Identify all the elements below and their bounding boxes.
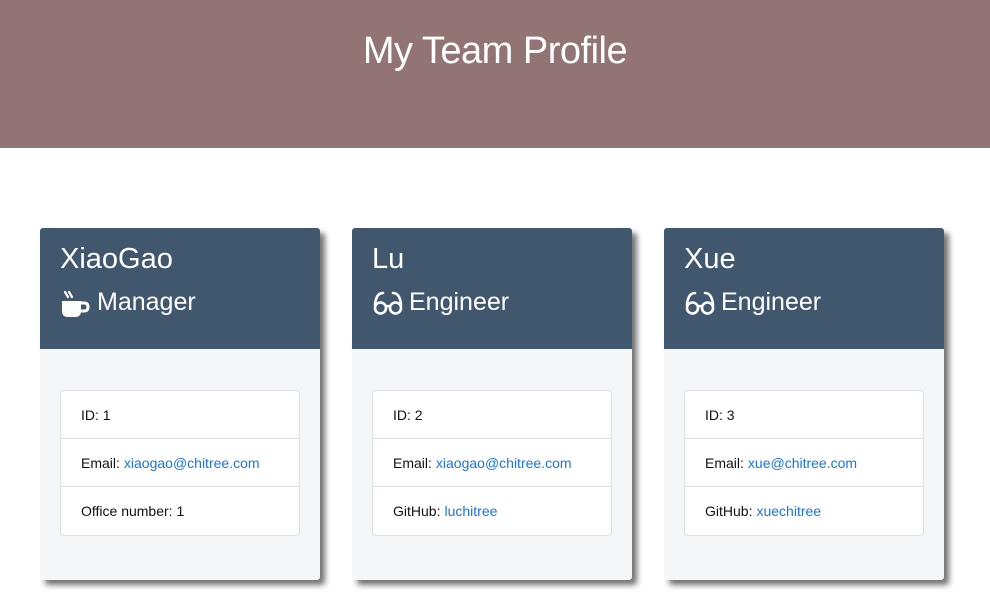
email-row: Email: xiaogao@chitree.com bbox=[61, 439, 299, 487]
email-link[interactable]: xiaogao@chitree.com bbox=[124, 455, 260, 471]
details-list: ID: 3 Email: xue@chitree.com GitHub: xue… bbox=[684, 390, 924, 536]
email-link[interactable]: xiaogao@chitree.com bbox=[436, 455, 572, 471]
github-row: GitHub: xuechitree bbox=[685, 487, 923, 535]
id-row: ID: 3 bbox=[685, 391, 923, 439]
role-label: Manager bbox=[97, 288, 196, 316]
employee-card: XiaoGao Manager ID: 1 Email: xiaogao@chi… bbox=[40, 228, 320, 580]
glasses-icon bbox=[684, 289, 715, 317]
id-label: ID: bbox=[393, 406, 411, 423]
employee-role: Engineer bbox=[684, 288, 924, 317]
card-header: Lu Engineer bbox=[352, 228, 632, 349]
role-label: Engineer bbox=[409, 288, 510, 316]
employee-card: Xue Engineer ID: 3 Email: xue@chitree.co… bbox=[664, 228, 944, 580]
page-header: My Team Profile bbox=[0, 0, 990, 148]
glasses-icon bbox=[372, 289, 403, 317]
employee-name: XiaoGao bbox=[60, 243, 173, 275]
email-row: Email: xue@chitree.com bbox=[685, 439, 923, 487]
employee-name: Lu bbox=[372, 243, 405, 275]
github-row: GitHub: luchitree bbox=[373, 487, 611, 535]
email-label: Email: bbox=[393, 454, 432, 471]
github-label: GitHub: bbox=[393, 503, 441, 519]
id-value: 1 bbox=[102, 406, 111, 423]
id-label: ID: bbox=[81, 406, 99, 423]
card-header: Xue Engineer bbox=[664, 228, 944, 349]
id-label: ID: bbox=[705, 406, 723, 423]
role-label: Engineer bbox=[721, 288, 822, 316]
office-number-label: Office number: bbox=[81, 503, 173, 519]
id-row: ID: 2 bbox=[373, 391, 611, 439]
email-label: Email: bbox=[81, 454, 120, 471]
id-value: 3 bbox=[726, 406, 735, 423]
github-link[interactable]: luchitree bbox=[444, 503, 497, 519]
id-value: 2 bbox=[414, 406, 423, 423]
page-title: My Team Profile bbox=[362, 30, 628, 72]
email-link[interactable]: xue@chitree.com bbox=[748, 455, 857, 471]
email-row: Email: xiaogao@chitree.com bbox=[373, 439, 611, 487]
card-header: XiaoGao Manager bbox=[40, 228, 320, 349]
details-list: ID: 2 Email: xiaogao@chitree.com GitHub:… bbox=[372, 390, 612, 536]
employee-name: Xue bbox=[684, 243, 736, 275]
office-number-row: Office number: 1 bbox=[61, 487, 299, 535]
github-link[interactable]: xuechitree bbox=[756, 503, 821, 519]
details-list: ID: 1 Email: xiaogao@chitree.com Office … bbox=[60, 390, 300, 536]
employee-role: Manager bbox=[60, 288, 300, 317]
employee-card: Lu Engineer ID: 2 Email: xiaogao@chitree… bbox=[352, 228, 632, 580]
id-row: ID: 1 bbox=[61, 391, 299, 439]
mug-hot-icon bbox=[60, 289, 90, 317]
office-number-value: 1 bbox=[176, 503, 185, 519]
github-label: GitHub: bbox=[705, 503, 753, 519]
employee-role: Engineer bbox=[372, 288, 612, 317]
email-label: Email: bbox=[705, 454, 744, 471]
